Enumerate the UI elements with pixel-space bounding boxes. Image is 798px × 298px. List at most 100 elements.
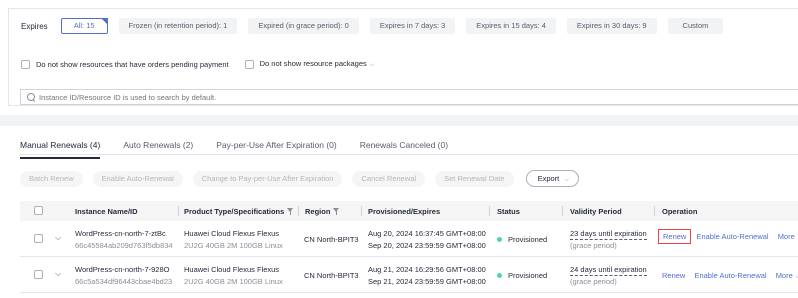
more-label: More (777, 232, 795, 241)
provisioned-cell: Aug 21, 2024 16:29:56 GMT+08:00 Sep 21, … (368, 265, 486, 286)
search-input[interactable] (39, 92, 639, 102)
resource-packages-label[interactable]: Do not show resource packages ⌵ (260, 59, 375, 69)
chip-all[interactable]: All: 15 (60, 18, 108, 34)
status-text: Provisioned (508, 235, 548, 244)
product-cell: Huawei Cloud Flexus Flexus 2U2G 40GB 2M … (184, 265, 283, 286)
change-to-ppu-button[interactable]: Change to Pay-per-Use After Expiration (192, 170, 343, 187)
provisioned-cell: Aug 20, 2024 16:37:45 GMT+08:00 Sep 20, … (368, 229, 486, 250)
provisioned-time: Aug 21, 2024 16:29:56 GMT+08:00 (368, 265, 486, 274)
status-dot (497, 237, 502, 242)
chevron-down-icon[interactable]: ⌵ (370, 62, 375, 68)
table-row: ⌵ WordPress-cn-north-7-ztBc 66c45584ab20… (20, 221, 798, 257)
validity-note: (grace period) (570, 241, 617, 250)
instance-id: 66c5a534df96443cbae4bd23 (75, 277, 173, 286)
product-cell: Huawei Cloud Flexus Flexus 2U2G 40GB 2M … (184, 229, 283, 250)
chip-expired[interactable]: Expired (in grace period): 0 (248, 18, 359, 34)
pending-payment-label[interactable]: Do not show resources that have orders p… (36, 60, 229, 69)
expires-label: Expires (21, 21, 48, 31)
product-type: Huawei Cloud Flexus Flexus (184, 229, 280, 238)
row-checkbox[interactable] (34, 234, 43, 243)
more-label: More (775, 271, 793, 280)
header-region-label: Region (305, 207, 331, 216)
enable-auto-renewal-link[interactable]: Enable Auto-Renewal (696, 232, 768, 241)
chevron-down-icon[interactable]: ⌵ (55, 233, 61, 243)
tab-pay-per-use[interactable]: Pay-per-Use After Expiration (0) (216, 140, 336, 152)
instance-cell: WordPress-cn-north-7-928O 66c5a534df9644… (75, 265, 172, 286)
export-button[interactable]: Export ⌵ (525, 170, 579, 187)
instance-name: WordPress-cn-north-7-ztBc (75, 229, 166, 238)
validity-period[interactable]: 23 days until expiration (570, 229, 647, 240)
column-divider (361, 206, 362, 216)
filter-panel: Expires All: 15 Frozen (in retention per… (8, 8, 798, 106)
table-row: ⌵ WordPress-cn-north-7-928O 66c5a534df96… (20, 257, 798, 293)
chevron-down-icon: ⌵ (564, 177, 569, 183)
header-operation: Operation (662, 207, 698, 216)
renew-link[interactable]: Renew (662, 271, 685, 280)
more-link[interactable]: More⌵ (778, 232, 798, 241)
provisioned-time: Aug 20, 2024 16:37:45 GMT+08:00 (368, 229, 486, 238)
header-product: Product Type/Specifications (184, 207, 294, 216)
chip-custom[interactable]: Custom (667, 18, 724, 34)
expires-filter-row: Expires All: 15 Frozen (in retention per… (21, 18, 734, 34)
region-cell: CN North-BPIT3 (304, 271, 359, 280)
status-cell: Provisioned (497, 271, 547, 280)
column-divider (298, 206, 299, 216)
select-all-checkbox[interactable] (34, 206, 43, 215)
toolbar: Batch Renew Enable Auto-Renewal Change t… (20, 170, 579, 187)
tab-renewals-canceled[interactable]: Renewals Canceled (0) (360, 140, 448, 152)
status-text: Provisioned (508, 271, 548, 280)
header-region: Region (305, 207, 340, 216)
resource-packages-checkbox[interactable] (244, 59, 254, 69)
checkbox-row: Do not show resources that have orders p… (21, 58, 390, 70)
pending-payment-checkbox[interactable] (21, 59, 30, 69)
column-divider (489, 206, 490, 216)
product-spec: 2U2G 40GB 2M 100GB Linux (184, 241, 283, 250)
validity-period[interactable]: 24 days until expiration (570, 265, 647, 276)
renewals-page: Expires All: 15 Frozen (in retention per… (0, 0, 798, 298)
renewal-tabs: Manual Renewals (4) Auto Renewals (2) Pa… (20, 140, 471, 159)
export-label: Export (537, 174, 560, 183)
section-divider (0, 115, 798, 126)
more-link[interactable]: More⌵ (776, 271, 798, 280)
instance-id: 66c45584ab209d763f5db834 (75, 241, 173, 250)
header-provisioned: Provisioned/Expires (368, 207, 441, 216)
status-cell: Provisioned (497, 235, 547, 244)
instance-name: WordPress-cn-north-7-928O (75, 265, 170, 274)
chip-expires-7-days[interactable]: Expires in 7 days: 3 (369, 18, 456, 34)
header-product-label: Product Type/Specifications (184, 207, 285, 216)
chip-expires-15-days[interactable]: Expires in 15 days: 4 (466, 18, 556, 34)
enable-auto-renewal-link[interactable]: Enable Auto-Renewal (694, 271, 766, 280)
region-cell: CN North-BPIT3 (304, 235, 359, 244)
column-divider (654, 206, 655, 216)
batch-renew-button[interactable]: Batch Renew (20, 170, 83, 187)
status-dot (497, 273, 502, 278)
validity-cell: 24 days until expiration (grace period) (570, 265, 647, 286)
cancel-renewal-button[interactable]: Cancel Renewal (352, 170, 426, 187)
resource-packages-text: Do not show resource packages (259, 59, 367, 68)
instance-cell: WordPress-cn-north-7-ztBc 66c45584ab209d… (75, 229, 173, 250)
validity-cell: 23 days until expiration (grace period) (570, 229, 647, 250)
expires-time: Sep 21, 2024 23:59:59 GMT+08:00 (368, 277, 486, 286)
set-renewal-date-button[interactable]: Set Renewal Date (435, 170, 514, 187)
chip-expires-30-days[interactable]: Expires in 30 days: 9 (566, 18, 657, 34)
renewals-table: Instance Name/ID Product Type/Specificat… (20, 201, 798, 293)
operation-cell: Renew Enable Auto-Renewal More⌵ (662, 271, 798, 281)
column-divider (562, 206, 563, 216)
header-instance: Instance Name/ID (75, 207, 138, 216)
chip-frozen[interactable]: Frozen (in retention period): 1 (118, 18, 238, 34)
operation-cell: Renew Enable Auto-Renewal More⌵ (658, 229, 798, 244)
header-validity: Validity Period (570, 207, 622, 216)
product-spec: 2U2G 40GB 2M 100GB Linux (184, 277, 283, 286)
filter-icon[interactable] (287, 208, 294, 215)
row-checkbox[interactable] (34, 270, 43, 279)
chevron-down-icon[interactable]: ⌵ (55, 269, 61, 279)
enable-auto-renewal-button[interactable]: Enable Auto-Renewal (92, 170, 183, 187)
search-box[interactable] (20, 89, 798, 105)
tab-auto-renewals[interactable]: Auto Renewals (2) (123, 140, 193, 152)
table-header: Instance Name/ID Product Type/Specificat… (20, 201, 798, 221)
validity-note: (grace period) (570, 277, 617, 286)
tab-manual-renewals[interactable]: Manual Renewals (4) (20, 140, 101, 159)
tab-divider (20, 154, 798, 155)
renew-link[interactable]: Renew (658, 229, 692, 244)
filter-icon[interactable] (333, 208, 340, 215)
